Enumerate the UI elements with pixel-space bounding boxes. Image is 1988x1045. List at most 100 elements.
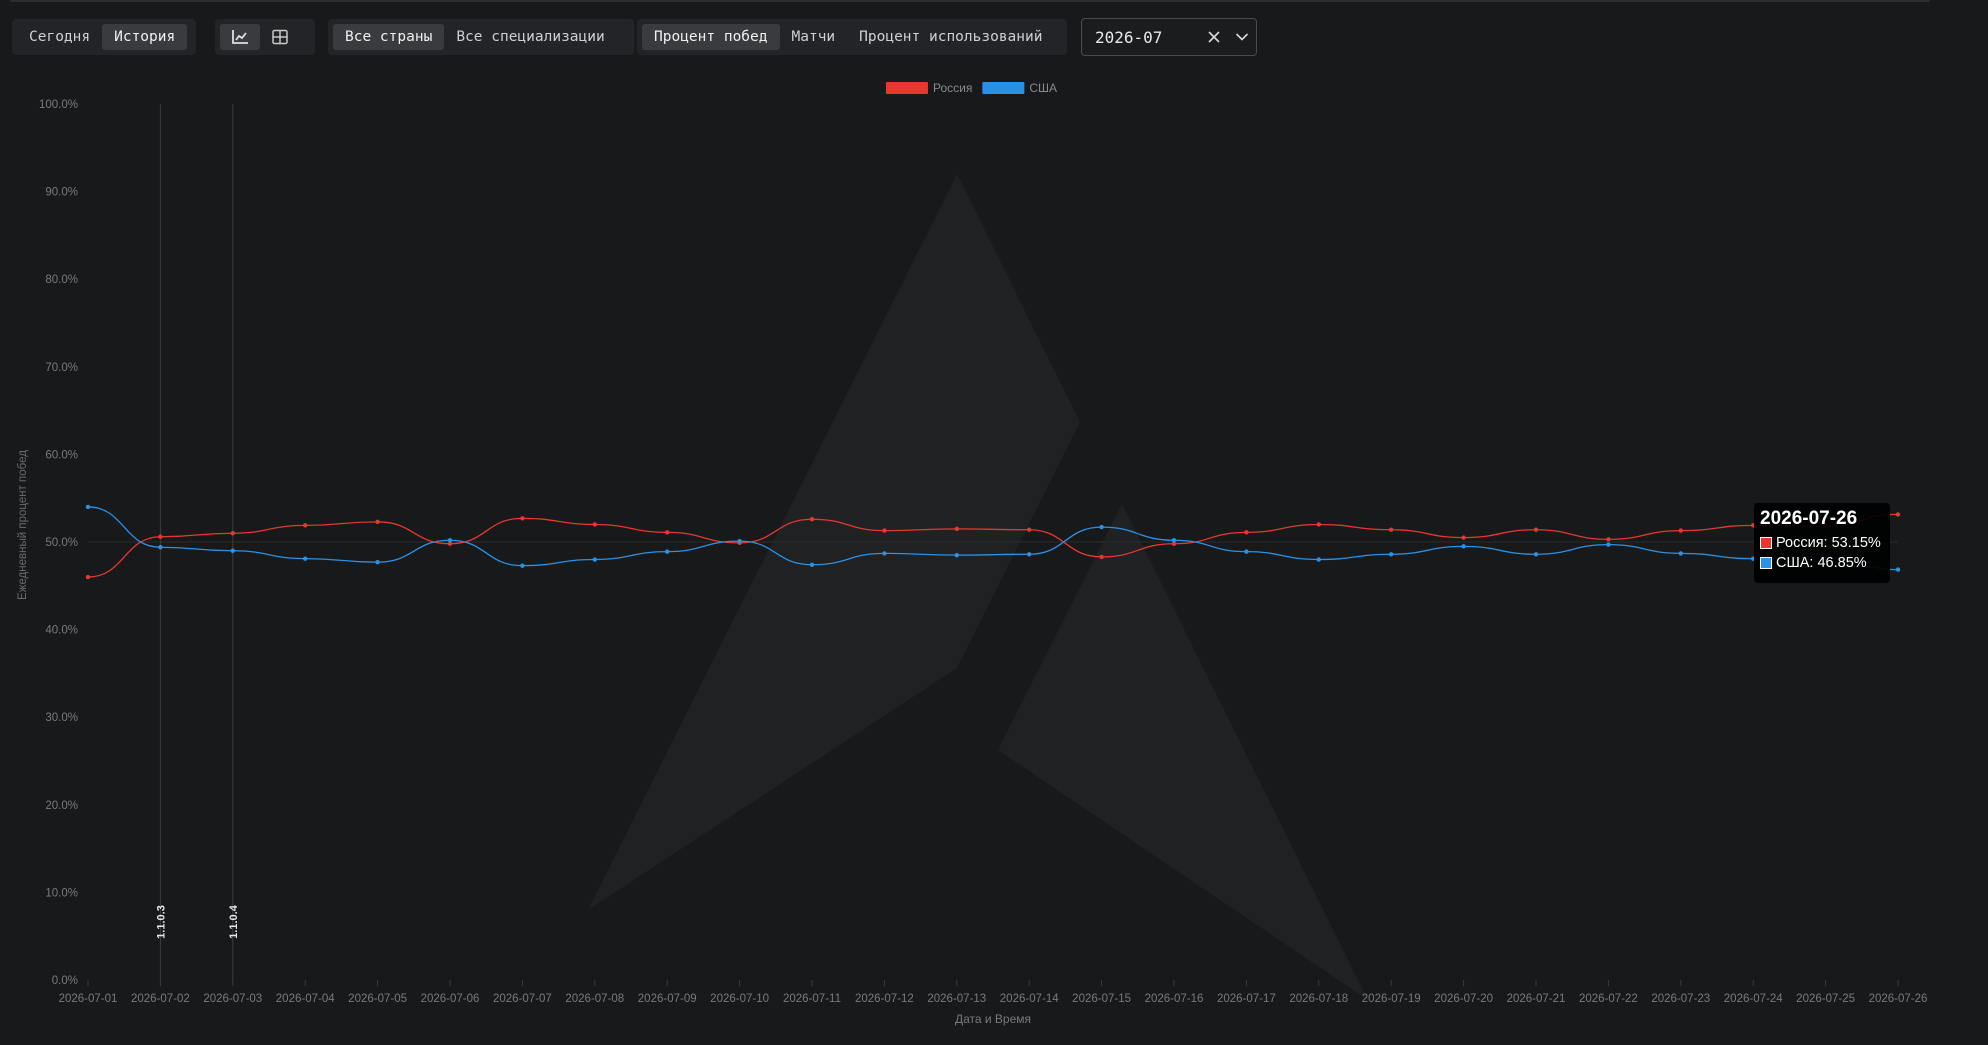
month-select[interactable]: 2026-07 <box>1081 18 1257 56</box>
data-point <box>1099 554 1104 560</box>
x-tick-label: 2026-07-05 <box>348 993 407 1005</box>
y-tick-label: 10.0% <box>45 887 78 899</box>
legend-swatch <box>982 82 1025 94</box>
data-point <box>665 530 670 535</box>
data-point <box>230 548 235 553</box>
data-point <box>882 528 887 533</box>
y-tick-label: 60.0% <box>45 449 78 461</box>
line-chart-icon <box>232 30 248 44</box>
data-point <box>809 517 815 522</box>
data-point <box>158 534 163 539</box>
dropdown-toggle[interactable] <box>1228 32 1256 42</box>
data-point <box>1244 530 1249 535</box>
tooltip-value-russia: Россия: 53.15% <box>1776 535 1881 551</box>
data-point <box>1461 535 1466 540</box>
x-tick-label: 2026-07-04 <box>276 993 335 1005</box>
data-point <box>447 538 453 543</box>
legend-swatch <box>886 82 928 94</box>
x-tick-label: 2026-07-07 <box>493 993 552 1005</box>
data-point <box>954 552 959 558</box>
metric-switch: Процент побед Матчи Процент использовани… <box>637 19 1067 55</box>
annotation-label: 1.1.0.4 <box>228 904 240 939</box>
data-point <box>1316 557 1322 562</box>
data-point <box>85 504 91 510</box>
data-point <box>1244 549 1249 554</box>
data-point <box>882 551 887 556</box>
data-point <box>1027 552 1032 557</box>
data-point <box>85 574 91 580</box>
all-specializations-button[interactable]: Все специализации <box>444 24 616 50</box>
data-point <box>520 563 525 568</box>
top-divider <box>10 0 1930 2</box>
data-point <box>1678 551 1684 556</box>
y-tick-label: 30.0% <box>45 712 78 724</box>
tab-usage-rate[interactable]: Процент использований <box>847 24 1054 50</box>
tooltip-value-usa: США: 46.85% <box>1776 555 1867 571</box>
data-point <box>592 522 597 527</box>
chart-legend: Россия США <box>886 81 1057 95</box>
data-point <box>520 516 525 521</box>
x-tick-label: 2026-07-10 <box>710 993 769 1005</box>
data-point <box>809 562 815 567</box>
tab-today[interactable]: Сегодня <box>17 24 102 50</box>
x-tick-label: 2026-07-08 <box>565 993 624 1005</box>
table-icon <box>272 29 288 45</box>
x-tick-label: 2026-07-21 <box>1507 993 1566 1005</box>
y-tick-label: 40.0% <box>45 625 78 637</box>
data-point <box>1533 552 1539 557</box>
data-point <box>375 559 380 565</box>
table-view-button[interactable] <box>260 24 300 50</box>
filter-switch: Все страны Все специализации <box>328 19 634 55</box>
win-rate-chart: Россия США 0.0% 10.0% 20.0% 30.0% 40.0% 50.0% 6… <box>17 81 1928 1026</box>
line-chart-view-button[interactable] <box>220 24 260 50</box>
chart-tooltip: 2026-07-26 Россия: 53.15% США: 46.85% <box>1754 503 1890 583</box>
y-axis-title: Ежедневный процент побед <box>17 450 29 600</box>
x-tick-label: 2026-07-18 <box>1289 993 1348 1005</box>
x-tick-label: 2026-07-03 <box>203 993 262 1005</box>
tooltip-swatch-russia <box>1760 537 1772 549</box>
x-tick-label: 2026-07-02 <box>131 993 190 1005</box>
data-point <box>1389 552 1394 557</box>
tooltip-row-usa: США: 46.85% <box>1760 553 1884 573</box>
data-point <box>1316 522 1322 527</box>
watermark-logo <box>588 174 1368 1000</box>
x-tick-label: 2026-07-06 <box>421 993 480 1005</box>
all-countries-button[interactable]: Все страны <box>333 24 445 50</box>
tooltip-row-russia: Россия: 53.15% <box>1760 533 1884 553</box>
y-tick-label: 50.0% <box>45 537 78 549</box>
x-tick-label: 2026-07-13 <box>927 993 986 1005</box>
period-switch: Сегодня История <box>12 19 196 55</box>
tab-win-rate[interactable]: Процент побед <box>642 24 780 50</box>
tooltip-swatch-usa <box>1760 557 1772 569</box>
data-point <box>592 557 597 562</box>
x-tick-label: 2026-07-09 <box>638 993 697 1005</box>
tab-history[interactable]: История <box>102 24 188 50</box>
y-tick-label: 70.0% <box>45 362 78 374</box>
y-tick-label: 20.0% <box>45 800 78 812</box>
x-tick-label: 2026-07-20 <box>1434 993 1493 1005</box>
legend-label: США <box>1029 81 1057 95</box>
tooltip-title: 2026-07-26 <box>1760 508 1858 529</box>
data-point <box>1533 527 1539 532</box>
tab-matches[interactable]: Матчи <box>780 24 848 50</box>
annotation-label: 1.1.0.3 <box>155 905 167 939</box>
x-tick-label: 2026-07-01 <box>59 993 118 1005</box>
close-icon <box>1208 31 1220 43</box>
data-point <box>1606 542 1611 547</box>
data-point <box>375 519 380 525</box>
data-point <box>954 526 959 532</box>
data-point <box>303 556 308 561</box>
data-point <box>1678 528 1684 533</box>
clear-button[interactable] <box>1200 30 1228 44</box>
x-tick-label: 2026-07-12 <box>855 993 914 1005</box>
x-axis: 2026-07-01 2026-07-02 2026-07-03 2026-07-04… <box>59 980 1928 1005</box>
x-axis-title: Дата и Время <box>955 1012 1031 1026</box>
x-tick-label: 2026-07-26 <box>1869 993 1928 1005</box>
data-point <box>737 538 742 544</box>
data-point <box>665 549 670 554</box>
x-tick-label: 2026-07-15 <box>1072 993 1131 1005</box>
data-point <box>1895 567 1901 572</box>
data-point <box>158 545 163 550</box>
chevron-down-icon <box>1235 33 1249 41</box>
data-point <box>1099 524 1104 530</box>
